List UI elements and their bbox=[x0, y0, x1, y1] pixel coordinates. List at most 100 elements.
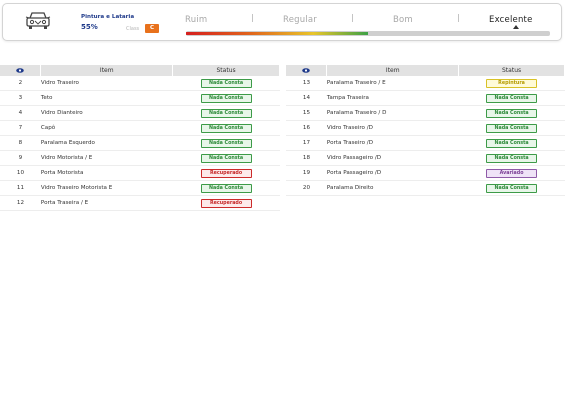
table-row[interactable]: 12 Porta Traseira / E Recuperado bbox=[0, 195, 280, 211]
rating-label-bom: Bom bbox=[393, 15, 413, 25]
class-label: Class bbox=[126, 26, 140, 32]
row-number: 8 bbox=[0, 135, 41, 151]
eye-column-header bbox=[0, 65, 42, 76]
row-status-cell: Nada Consta bbox=[458, 105, 565, 121]
row-status-cell: Nada Consta bbox=[458, 135, 565, 151]
row-number: 9 bbox=[0, 150, 41, 166]
table-header-row: Item Status bbox=[0, 65, 280, 76]
table-row[interactable]: 16 Vidro Traseiro /D Nada Consta bbox=[286, 120, 565, 136]
status-badge: Nada Consta bbox=[200, 78, 252, 88]
row-status-cell: Avariado bbox=[458, 165, 565, 181]
row-status-cell: Nada Consta bbox=[458, 180, 565, 196]
rating-label-regular: Regular bbox=[283, 15, 318, 25]
row-status-cell: Nada Consta bbox=[172, 90, 280, 106]
status-badge: Nada Consta bbox=[200, 123, 252, 133]
row-number: 20 bbox=[286, 180, 327, 196]
status-column-header[interactable]: Status bbox=[458, 65, 565, 76]
status-badge: Nada Consta bbox=[200, 108, 252, 118]
row-item-name: Porta Passageiro /D bbox=[326, 165, 459, 181]
status-table-right: Item Status 13 Paralama Traseiro / E Repin… bbox=[286, 65, 565, 196]
row-item-name: Porta Motorista bbox=[40, 165, 173, 181]
row-number: 19 bbox=[286, 165, 327, 181]
row-number: 7 bbox=[0, 120, 41, 136]
row-item-name: Paralama Direito bbox=[326, 180, 459, 196]
row-status-cell: Repintura bbox=[458, 76, 565, 91]
row-status-cell: Recuperado bbox=[172, 165, 280, 181]
table-row[interactable]: 2 Vidro Traseiro Nada Consta bbox=[0, 76, 280, 91]
row-number: 10 bbox=[0, 165, 41, 181]
item-column-header[interactable]: Item bbox=[40, 65, 174, 76]
status-badge: Nada Consta bbox=[486, 108, 538, 118]
rating-separator bbox=[252, 14, 253, 22]
row-number: 17 bbox=[286, 135, 327, 151]
table-row[interactable]: 13 Paralama Traseiro / E Repintura bbox=[286, 76, 565, 91]
eye-icon bbox=[302, 68, 311, 73]
row-item-name: Paralama Traseiro / E bbox=[326, 76, 459, 91]
rating-bar-fill bbox=[186, 32, 368, 35]
table-row[interactable]: 19 Porta Passageiro /D Avariado bbox=[286, 165, 565, 181]
row-status-cell: Nada Consta bbox=[458, 120, 565, 136]
row-number: 11 bbox=[0, 180, 41, 196]
status-badge: Nada Consta bbox=[200, 93, 252, 103]
table-row[interactable]: 10 Porta Motorista Recuperado bbox=[0, 165, 280, 181]
row-number: 14 bbox=[286, 90, 327, 106]
table-row[interactable]: 20 Paralama Direito Nada Consta bbox=[286, 180, 565, 196]
eye-column-header bbox=[286, 65, 328, 76]
status-badge: Nada Consta bbox=[200, 153, 252, 163]
row-item-name: Vidro Traseiro bbox=[40, 76, 173, 91]
row-item-name: Vidro Passageiro /D bbox=[326, 150, 459, 166]
row-status-cell: Nada Consta bbox=[172, 76, 280, 91]
status-badge: Repintura bbox=[486, 78, 538, 88]
status-badge: Nada Consta bbox=[486, 153, 538, 163]
table-row[interactable]: 14 Tampa Traseira Nada Consta bbox=[286, 90, 565, 106]
status-badge: Nada Consta bbox=[486, 123, 538, 133]
row-item-name: Paralama Esquerdo bbox=[40, 135, 173, 151]
rating-label-ruim: Ruim bbox=[185, 15, 208, 25]
table-header-row: Item Status bbox=[286, 65, 565, 76]
status-badge: Avariado bbox=[486, 168, 538, 178]
status-badge: Recuperado bbox=[200, 168, 252, 178]
row-item-name: Capô bbox=[40, 120, 173, 136]
section-percent: 55% bbox=[81, 23, 98, 31]
status-badge: Nada Consta bbox=[486, 93, 538, 103]
table-row[interactable]: 3 Teto Nada Consta bbox=[0, 90, 280, 106]
status-badge: Nada Consta bbox=[486, 183, 538, 193]
eye-icon bbox=[16, 68, 25, 73]
row-number: 4 bbox=[0, 105, 41, 121]
row-item-name: Porta Traseira / E bbox=[40, 195, 173, 211]
status-column-header[interactable]: Status bbox=[172, 65, 280, 76]
section-title: Pintura e Lataria bbox=[81, 14, 135, 20]
rating-label-excelente: Excelente bbox=[489, 15, 533, 25]
table-row[interactable]: 8 Paralama Esquerdo Nada Consta bbox=[0, 135, 280, 151]
row-status-cell: Nada Consta bbox=[172, 120, 280, 136]
row-item-name: Vidro Motorista / E bbox=[40, 150, 173, 166]
rating-separator bbox=[458, 14, 459, 22]
table-row[interactable]: 4 Vidro Dianteiro Nada Consta bbox=[0, 105, 280, 121]
status-badge: Nada Consta bbox=[486, 138, 538, 148]
row-item-name: Vidro Traseiro /D bbox=[326, 120, 459, 136]
row-item-name: Paralama Traseiro / D bbox=[326, 105, 459, 121]
row-number: 2 bbox=[0, 76, 41, 91]
table-row[interactable]: 7 Capô Nada Consta bbox=[0, 120, 280, 136]
table-row[interactable]: 15 Paralama Traseiro / D Nada Consta bbox=[286, 105, 565, 121]
item-column-header[interactable]: Item bbox=[326, 65, 460, 76]
table-row[interactable]: 9 Vidro Motorista / E Nada Consta bbox=[0, 150, 280, 166]
row-number: 3 bbox=[0, 90, 41, 106]
table-row[interactable]: 18 Vidro Passageiro /D Nada Consta bbox=[286, 150, 565, 166]
row-number: 16 bbox=[286, 120, 327, 136]
row-number: 12 bbox=[0, 195, 41, 211]
status-badge: Nada Consta bbox=[200, 183, 252, 193]
table-row[interactable]: 11 Vidro Traseiro Motorista E Nada Consta bbox=[0, 180, 280, 196]
row-status-cell: Nada Consta bbox=[458, 150, 565, 166]
row-item-name: Vidro Traseiro Motorista E bbox=[40, 180, 173, 196]
rating-separator bbox=[352, 14, 353, 22]
table-row[interactable]: 17 Porta Traseiro /D Nada Consta bbox=[286, 135, 565, 151]
rating-marker bbox=[513, 25, 519, 29]
row-status-cell: Nada Consta bbox=[458, 90, 565, 106]
row-number: 15 bbox=[286, 105, 327, 121]
rating-bar bbox=[186, 31, 550, 36]
row-status-cell: Recuperado bbox=[172, 195, 280, 211]
row-number: 18 bbox=[286, 150, 327, 166]
class-badge: C bbox=[145, 24, 159, 33]
row-status-cell: Nada Consta bbox=[172, 105, 280, 121]
